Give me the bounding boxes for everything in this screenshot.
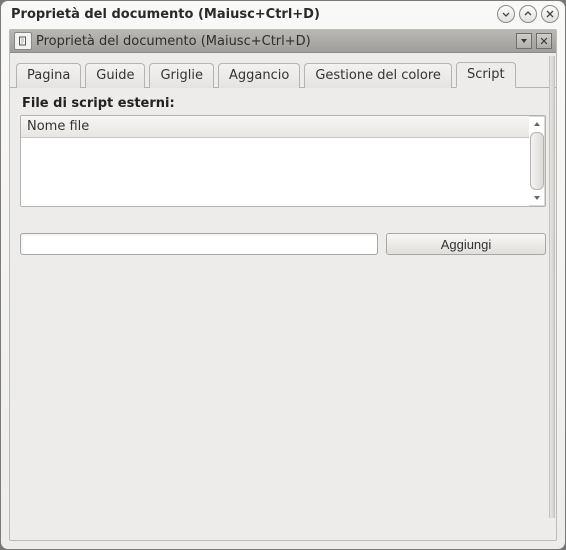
tab-label: Griglie — [160, 68, 203, 83]
new-script-path-input[interactable] — [20, 233, 378, 255]
tab-guide[interactable]: Guide — [85, 63, 145, 88]
docked-panel: Proprietà del documento (Maiusc+Ctrl+D) … — [9, 29, 557, 541]
tabs-row: Pagina Guide Griglie Aggancio Gestione d… — [10, 53, 556, 88]
tab-label: Script — [467, 67, 505, 82]
panel-close-button[interactable] — [536, 33, 552, 49]
titlebar: Proprietà del documento (Maiusc+Ctrl+D) — [1, 1, 565, 27]
tab-content-script: File di script esterni: Nome file — [10, 88, 556, 540]
add-script-button[interactable]: Aggiungi — [386, 233, 546, 255]
tab-aggancio[interactable]: Aggancio — [218, 63, 300, 88]
list-body[interactable] — [21, 138, 529, 206]
tab-label: Aggancio — [229, 68, 289, 83]
script-file-list: Nome file — [20, 115, 546, 207]
tab-griglie[interactable]: Griglie — [149, 63, 214, 88]
panel-menu-button[interactable] — [516, 33, 532, 49]
panel-title: Proprietà del documento (Maiusc+Ctrl+D) — [36, 34, 512, 49]
tab-gestione-colore[interactable]: Gestione del colore — [304, 63, 452, 88]
minimize-button[interactable] — [497, 5, 515, 23]
panel-resize-handle[interactable] — [549, 56, 555, 518]
add-row: Aggiungi — [20, 233, 546, 255]
list-scrollbar — [529, 116, 545, 206]
tab-label: Gestione del colore — [315, 68, 441, 83]
window-root: Proprietà del documento (Maiusc+Ctrl+D) … — [0, 0, 566, 550]
close-button[interactable] — [541, 5, 559, 23]
tab-pagina[interactable]: Pagina — [16, 63, 81, 88]
document-properties-icon — [14, 32, 32, 50]
list-inner: Nome file — [21, 116, 529, 206]
section-label: File di script esterni: — [22, 96, 546, 111]
maximize-button[interactable] — [519, 5, 537, 23]
scroll-thumb[interactable] — [530, 132, 544, 190]
tab-label: Pagina — [27, 68, 70, 83]
list-column-header[interactable]: Nome file — [21, 116, 529, 138]
scroll-up-icon[interactable] — [531, 118, 543, 130]
tab-label: Guide — [96, 68, 134, 83]
panel-header: Proprietà del documento (Maiusc+Ctrl+D) — [10, 30, 556, 53]
window-title: Proprietà del documento (Maiusc+Ctrl+D) — [11, 7, 493, 22]
scroll-down-icon[interactable] — [531, 192, 543, 204]
tab-script[interactable]: Script — [456, 62, 516, 88]
